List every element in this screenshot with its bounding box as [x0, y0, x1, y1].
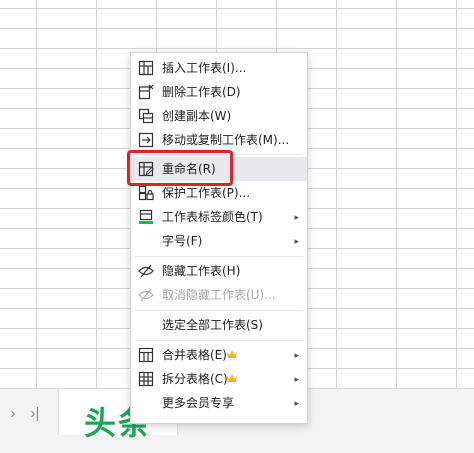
- menu-item-label: 创建副本(W): [162, 109, 232, 123]
- tab-color-icon: [139, 209, 153, 224]
- next-sheet-button[interactable]: ›: [4, 403, 22, 425]
- delete-sheet-icon: [138, 84, 154, 100]
- split-table-icon: [138, 371, 154, 387]
- menu-item-more-member-features[interactable]: 更多会员专享 ▸: [131, 391, 307, 415]
- menu-separator: [135, 154, 303, 155]
- menu-separator: [135, 256, 303, 257]
- menu-item-label: 字号(F): [162, 234, 203, 248]
- submenu-arrow-icon: ▸: [294, 212, 299, 222]
- protect-sheet-icon: [138, 185, 154, 201]
- menu-item-tab-color[interactable]: 工作表标签颜色(T) ▸: [131, 205, 307, 229]
- menu-item-label: 删除工作表(D): [162, 85, 241, 99]
- copy-sheet-icon: [138, 108, 154, 124]
- menu-item-split-tables[interactable]: 拆分表格(C) ▸: [131, 367, 307, 391]
- menu-item-merge-tables[interactable]: 合并表格(E) ▸: [131, 343, 307, 367]
- sheet-context-menu: 插入工作表(I)... 删除工作表(D) 创建副本(W) 移动或复制工作表(M)…: [130, 52, 308, 424]
- submenu-arrow-icon: ▸: [294, 374, 299, 384]
- menu-item-rename[interactable]: 重命名(R): [131, 157, 307, 181]
- menu-item-select-all-sheets[interactable]: 选定全部工作表(S): [131, 313, 307, 337]
- crown-icon: [227, 374, 237, 382]
- insert-sheet-icon: [138, 60, 154, 76]
- menu-item-hide-sheet[interactable]: 隐藏工作表(H): [131, 259, 307, 283]
- submenu-arrow-icon: ▸: [294, 350, 299, 360]
- menu-item-move-copy-sheet[interactable]: 移动或复制工作表(M)...: [131, 128, 307, 152]
- menu-item-label: 隐藏工作表(H): [162, 264, 241, 278]
- crown-icon: [227, 350, 237, 358]
- move-sheet-icon: [138, 132, 154, 148]
- menu-item-label: 工作表标签颜色(T): [162, 210, 263, 224]
- menu-item-label: 移动或复制工作表(M)...: [162, 133, 290, 147]
- menu-item-create-copy[interactable]: 创建副本(W): [131, 104, 307, 128]
- menu-item-label: 拆分表格(C): [162, 372, 228, 386]
- submenu-arrow-icon: ▸: [294, 398, 299, 408]
- menu-item-protect-sheet[interactable]: 保护工作表(P)...: [131, 181, 307, 205]
- menu-item-font-size[interactable]: 字号(F) ▸: [131, 229, 307, 253]
- submenu-arrow-icon: ▸: [294, 236, 299, 246]
- menu-item-insert-sheet[interactable]: 插入工作表(I)...: [131, 56, 307, 80]
- menu-item-label: 合并表格(E): [162, 348, 227, 362]
- menu-separator: [135, 310, 303, 311]
- menu-item-label: 取消隐藏工作表(U)...: [162, 288, 276, 302]
- menu-item-label: 重命名(R): [162, 162, 216, 176]
- unhide-icon: [138, 288, 154, 302]
- rename-icon: [138, 161, 154, 177]
- menu-item-delete-sheet[interactable]: 删除工作表(D): [131, 80, 307, 104]
- menu-item-label: 保护工作表(P)...: [162, 186, 251, 200]
- menu-item-label: 选定全部工作表(S): [162, 318, 263, 332]
- menu-item-label: 插入工作表(I)...: [162, 61, 247, 75]
- merge-table-icon: [138, 347, 154, 363]
- menu-item-unhide-sheet: 取消隐藏工作表(U)...: [131, 283, 307, 307]
- menu-separator: [135, 340, 303, 341]
- hide-icon: [138, 264, 154, 278]
- menu-item-label: 更多会员专享: [162, 396, 235, 410]
- last-sheet-button[interactable]: ›|: [26, 403, 44, 425]
